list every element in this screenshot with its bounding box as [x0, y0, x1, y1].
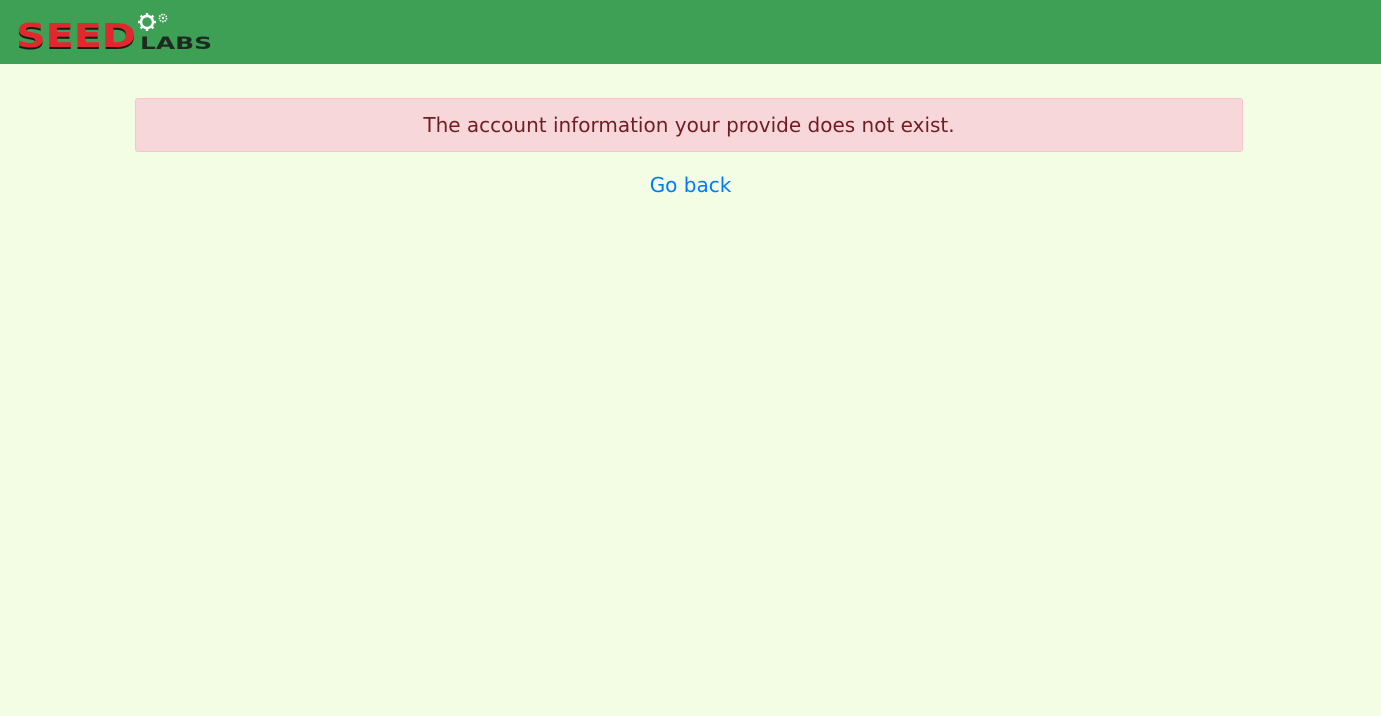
error-alert: The account information your provide doe…: [135, 98, 1243, 152]
seed-labs-logo-image: SEED SEED LABS: [16, 13, 212, 57]
top-navbar: SEED SEED LABS: [0, 0, 1381, 64]
go-back-container: Go back: [0, 172, 1381, 198]
error-message: The account information your provide doe…: [423, 113, 955, 137]
small-gear-icon: [158, 13, 168, 23]
seed-labs-logo[interactable]: SEED SEED LABS: [16, 12, 216, 57]
go-back-link[interactable]: Go back: [650, 173, 732, 197]
gear-icon: [138, 13, 156, 31]
logo-seed-text: SEED: [16, 16, 136, 54]
logo-labs-text: LABS: [140, 34, 212, 54]
